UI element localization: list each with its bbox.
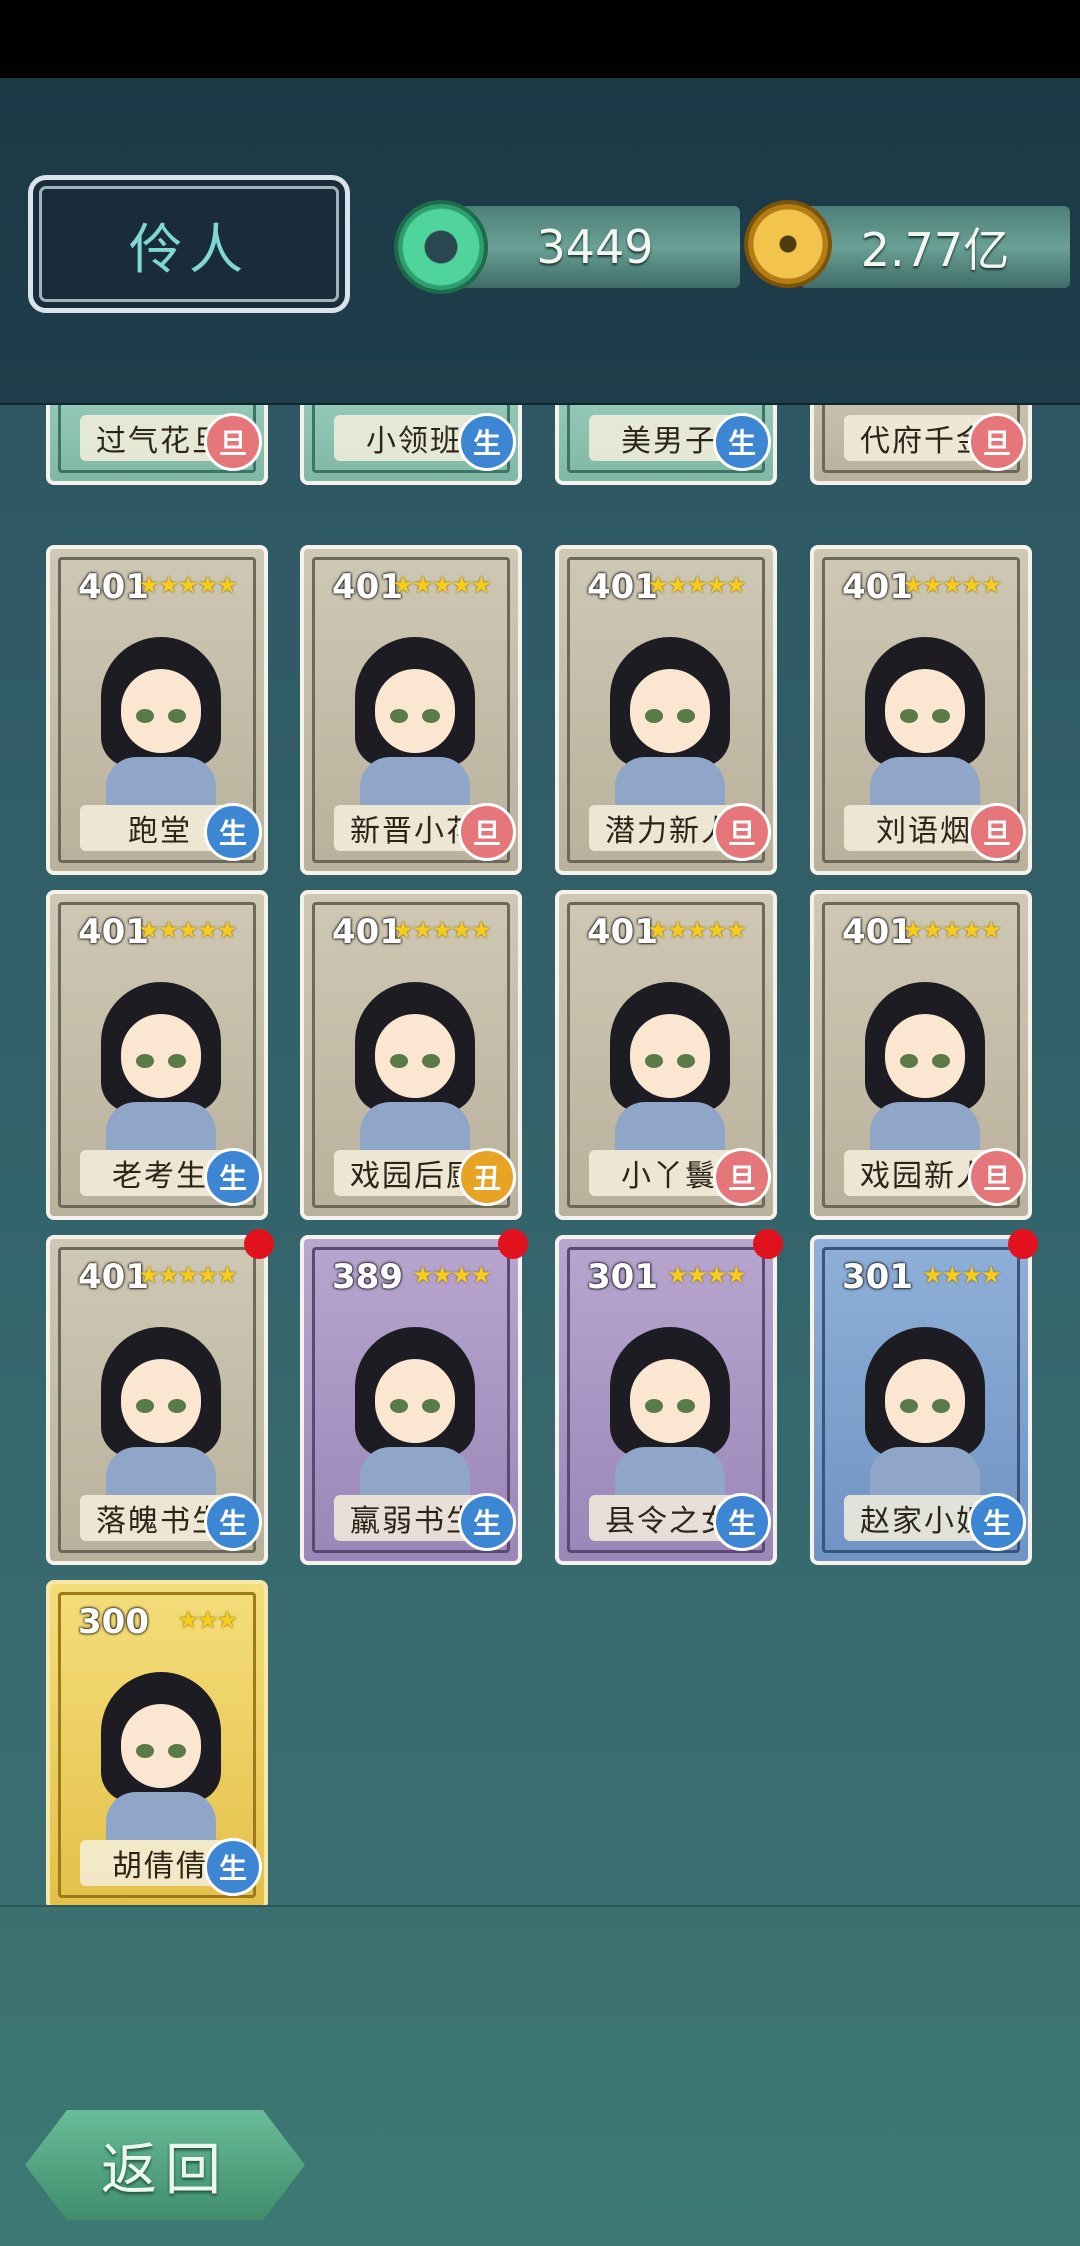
character-portrait [350, 619, 480, 805]
character-portrait [96, 619, 226, 805]
star-rating: ★★★ [177, 1606, 238, 1634]
performer-grid[interactable]: 过气花旦旦小领班生美男子生代府千金旦 401 ★★★★★ 跑堂生 401 ★★★★★ 新晋小… [0, 405, 1080, 1905]
star-rating: ★★★★★ [138, 1261, 238, 1289]
role-type-badge: 生 [204, 803, 262, 861]
performer-card[interactable]: 401 ★★★★★ 潜力新人旦 [555, 545, 777, 875]
character-portrait [350, 1309, 480, 1495]
coin-count: 2.77亿 [860, 223, 1010, 277]
role-type-badge: 旦 [968, 1148, 1026, 1206]
performer-card[interactable]: 401 ★★★★★ 老考生生 [46, 890, 268, 1220]
star-rating: ★★★★★ [138, 571, 238, 599]
character-portrait [860, 619, 990, 805]
star-rating: ★★★★★ [902, 916, 1002, 944]
role-type-badge: 生 [713, 1493, 771, 1551]
character-portrait [96, 964, 226, 1150]
performer-card[interactable]: 401 ★★★★★ 戏园新人旦 [810, 890, 1032, 1220]
role-type-badge: 生 [713, 413, 771, 471]
new-notification-dot [498, 1229, 528, 1259]
new-notification-dot [753, 1229, 783, 1259]
jade-resource-bar[interactable]: 3449 [450, 206, 740, 288]
performer-card[interactable]: 301 ★★★★ 县令之女生 [555, 1229, 783, 1565]
role-type-badge: 旦 [713, 803, 771, 861]
role-type-badge: 旦 [713, 1148, 771, 1206]
back-button-label: 返回 [101, 2137, 229, 2203]
character-portrait [605, 619, 735, 805]
performer-card[interactable]: 401 ★★★★★ 刘语烟旦 [810, 545, 1032, 875]
page-title-plate: 伶人 [28, 175, 350, 313]
back-button[interactable]: 返回 [25, 2110, 305, 2220]
star-rating: ★★★★★ [392, 571, 492, 599]
star-rating: ★★★★★ [902, 571, 1002, 599]
coin-resource-bar[interactable]: 2.77亿 [800, 206, 1070, 288]
star-rating: ★★★★★ [138, 916, 238, 944]
star-rating: ★★★★ [921, 1261, 1002, 1289]
new-notification-dot [244, 1229, 274, 1259]
role-type-badge: 生 [204, 1838, 262, 1896]
performer-card[interactable]: 401 ★★★★★ 戏园后厨丑 [300, 890, 522, 1220]
character-portrait [96, 1654, 226, 1840]
performer-card[interactable]: 401 ★★★★★ 落魄书生生 [46, 1229, 274, 1565]
performer-card[interactable]: 401 ★★★★★ 新晋小花旦 [300, 545, 522, 875]
role-type-badge: 旦 [968, 413, 1026, 471]
character-portrait [350, 964, 480, 1150]
character-portrait [860, 1309, 990, 1495]
star-rating: ★★★★ [666, 1261, 747, 1289]
performer-card[interactable]: 401 ★★★★★ 小丫鬟旦 [555, 890, 777, 1220]
star-rating: ★★★★★ [647, 571, 747, 599]
star-rating: ★★★★★ [392, 916, 492, 944]
performer-card[interactable]: 过气花旦旦 [46, 405, 268, 485]
top-bar: 伶人 3449 2.77亿 [0, 78, 1080, 405]
performer-card[interactable]: 301 ★★★★ 赵家小姐生 [810, 1229, 1038, 1565]
role-type-badge: 旦 [458, 803, 516, 861]
performer-level: 301 [842, 1257, 913, 1297]
role-type-badge: 丑 [458, 1148, 516, 1206]
jade-count: 3449 [536, 220, 654, 274]
performer-card[interactable]: 代府千金旦 [810, 405, 1032, 485]
status-bar [0, 0, 1080, 78]
new-notification-dot [1008, 1229, 1038, 1259]
performer-level: 301 [587, 1257, 658, 1297]
performer-level: 300 [78, 1602, 149, 1642]
role-type-badge: 旦 [968, 803, 1026, 861]
character-portrait [605, 1309, 735, 1495]
star-rating: ★★★★ [411, 1261, 492, 1289]
role-type-badge: 生 [204, 1148, 262, 1206]
performer-card[interactable]: 300 ★★★ 胡倩倩生 [46, 1580, 268, 1905]
performer-card[interactable]: 小领班生 [300, 405, 522, 485]
role-type-badge: 生 [458, 413, 516, 471]
jade-icon [398, 204, 484, 290]
character-portrait [96, 1309, 226, 1495]
performer-card[interactable]: 401 ★★★★★ 跑堂生 [46, 545, 268, 875]
star-rating: ★★★★★ [647, 916, 747, 944]
role-type-badge: 旦 [204, 413, 262, 471]
copper-coin-icon [748, 204, 828, 284]
role-type-badge: 生 [458, 1493, 516, 1551]
performer-level: 389 [332, 1257, 403, 1297]
character-portrait [860, 964, 990, 1150]
role-type-badge: 生 [968, 1493, 1026, 1551]
performer-card[interactable]: 389 ★★★★ 羸弱书生生 [300, 1229, 528, 1565]
performer-card[interactable]: 美男子生 [555, 405, 777, 485]
role-type-badge: 生 [204, 1493, 262, 1551]
page-title: 伶人 [129, 217, 249, 281]
character-portrait [605, 964, 735, 1150]
